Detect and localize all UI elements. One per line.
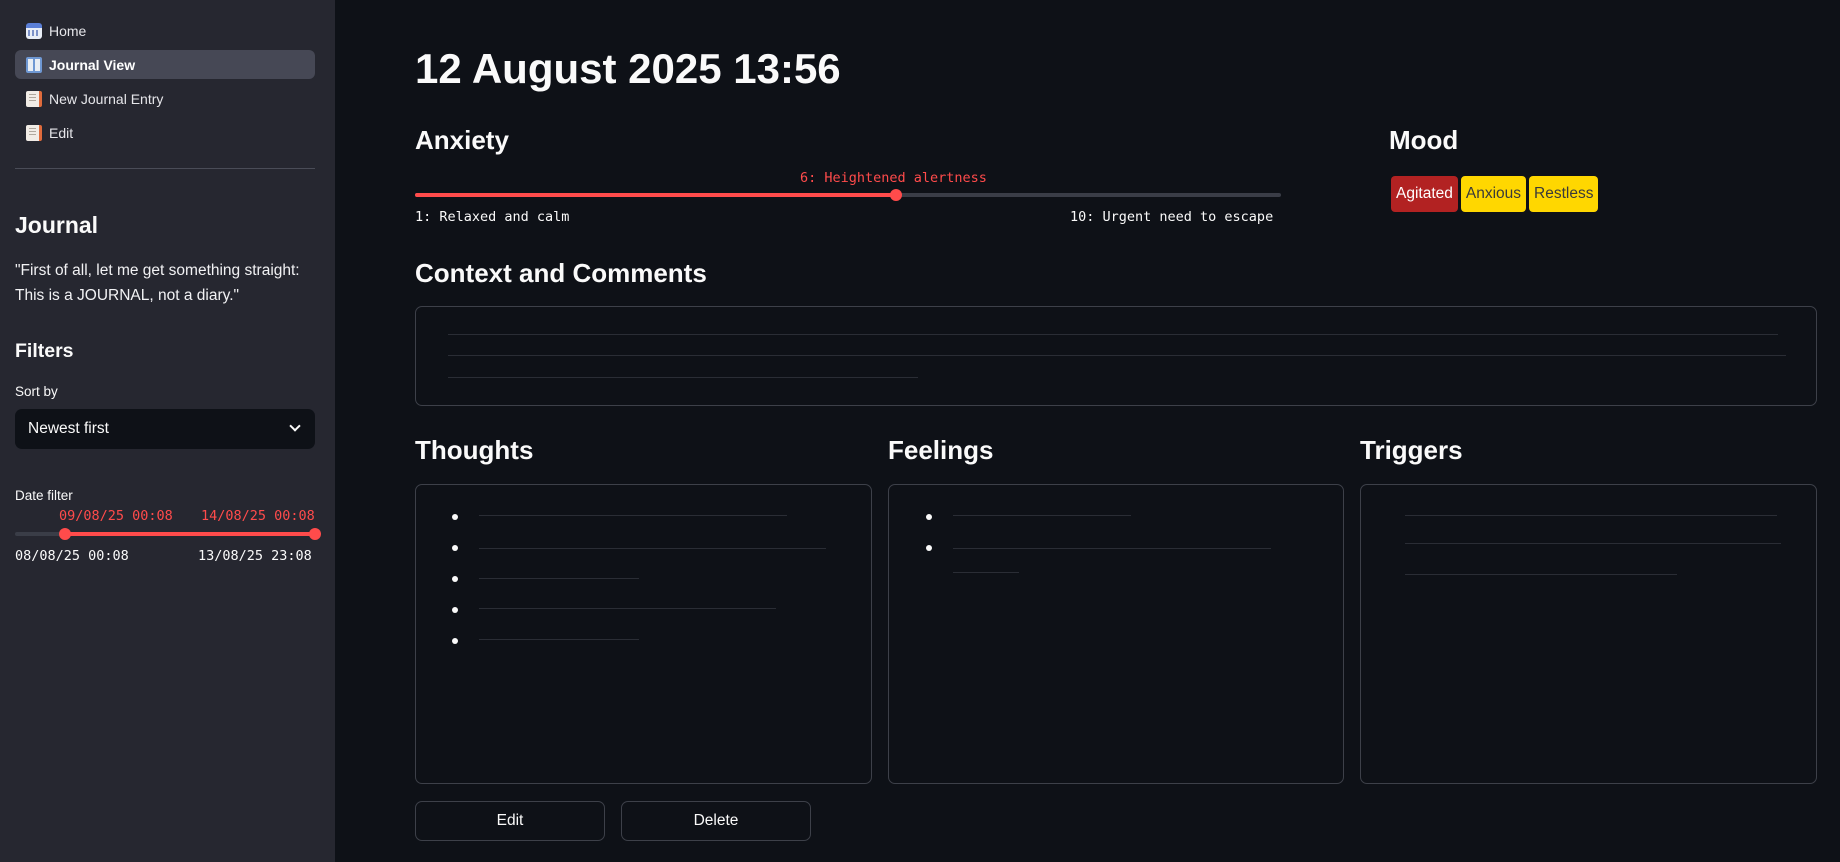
book-icon — [26, 56, 42, 73]
redacted-line — [1405, 515, 1777, 516]
triggers-heading: Triggers — [1360, 435, 1463, 465]
redacted-line — [953, 515, 1131, 516]
mood-tag: Restless — [1529, 176, 1599, 212]
date-slider-fill — [65, 532, 315, 536]
document-icon — [26, 90, 42, 107]
redacted-line — [448, 334, 1778, 335]
thoughts-heading: Thoughts — [415, 435, 534, 465]
anxiety-heading: Anxiety — [415, 125, 509, 155]
list-bullet — [452, 514, 458, 520]
date-selected-end: 14/08/25 00:08 — [201, 508, 315, 524]
nav-item-label: New Journal Entry — [49, 90, 164, 107]
anxiety-max-label: 10: Urgent need to escape — [1070, 209, 1274, 225]
feelings-heading: Feelings — [888, 435, 994, 465]
calendar-icon — [26, 22, 42, 39]
mood-tag: Anxious — [1460, 176, 1527, 212]
list-bullet — [452, 545, 458, 551]
date-slider-start-handle[interactable] — [59, 528, 71, 540]
date-slider-end-handle[interactable] — [309, 528, 321, 540]
sidebar-divider — [15, 168, 315, 169]
mood-heading: Mood — [1389, 125, 1459, 155]
chevron-down-icon — [289, 420, 301, 432]
redacted-line — [479, 608, 776, 609]
anxiety-value-label: 6: Heightened alertness — [800, 170, 987, 186]
nav-item-label: Home — [49, 22, 87, 39]
nav-item-home[interactable]: Home — [15, 16, 315, 45]
redacted-line — [479, 578, 639, 579]
sidebar-nav: Home Journal View New Journal Entry Edit — [15, 16, 315, 152]
list-bullet — [926, 514, 932, 520]
document-icon — [26, 124, 42, 141]
mood-tags: Agitated Anxious Restless — [1391, 176, 1601, 212]
context-box — [415, 306, 1817, 406]
thoughts-box — [415, 484, 872, 784]
redacted-line — [479, 515, 787, 516]
triggers-box — [1360, 484, 1817, 784]
list-bullet — [926, 545, 932, 551]
date-max-label: 13/08/25 23:08 — [198, 548, 312, 564]
redacted-line — [1405, 574, 1677, 575]
redacted-line — [953, 572, 1019, 573]
nav-item-label: Edit — [49, 124, 74, 141]
journal-heading: Journal — [15, 212, 99, 238]
redacted-line — [1405, 543, 1781, 544]
sidebar: Home Journal View New Journal Entry Edit… — [0, 0, 335, 862]
date-min-label: 08/08/25 00:08 — [15, 548, 129, 564]
anxiety-slider-handle[interactable] — [890, 189, 902, 201]
context-heading: Context and Comments — [415, 258, 707, 288]
redacted-line — [953, 548, 1271, 549]
delete-button[interactable]: Delete — [621, 801, 811, 841]
edit-button[interactable]: Edit — [415, 801, 605, 841]
sort-label: Sort by — [15, 384, 58, 399]
nav-item-edit[interactable]: Edit — [15, 118, 315, 147]
list-bullet — [452, 638, 458, 644]
redacted-line — [479, 548, 826, 549]
redacted-line — [448, 355, 1786, 356]
anxiety-min-label: 1: Relaxed and calm — [415, 209, 570, 225]
sort-select-value: Newest first — [28, 420, 109, 437]
filters-heading: Filters — [15, 340, 74, 362]
mood-tag: Agitated — [1391, 176, 1458, 212]
redacted-line — [448, 377, 918, 378]
redacted-line — [479, 639, 639, 640]
nav-item-journal-view[interactable]: Journal View — [15, 50, 315, 79]
date-filter-label: Date filter — [15, 488, 73, 503]
date-selected-start: 09/08/25 00:08 — [59, 508, 173, 524]
page-title: 12 August 2025 13:56 — [415, 45, 841, 92]
nav-item-label: Journal View — [49, 56, 136, 73]
list-bullet — [452, 607, 458, 613]
nav-item-new-journal-entry[interactable]: New Journal Entry — [15, 84, 315, 113]
feelings-box — [888, 484, 1344, 784]
anxiety-slider-fill — [415, 193, 896, 197]
list-bullet — [452, 576, 458, 582]
sort-select[interactable]: Newest first — [15, 409, 315, 449]
journal-quote: "First of all, let me get something stra… — [15, 262, 300, 304]
